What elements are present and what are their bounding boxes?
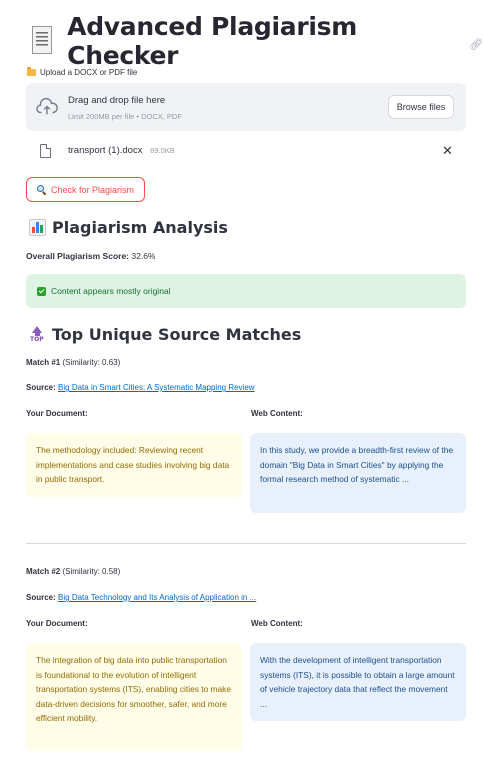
your-document-label: Your Document:	[26, 619, 88, 628]
web-content-label: Web Content:	[251, 619, 303, 628]
match-title: Match #2 (Similarity: 0.58)	[26, 567, 121, 576]
dropzone-title: Drag and drop file here	[68, 95, 166, 106]
match-source: Source: Big Data Technology and Its Anal…	[26, 593, 257, 602]
your-document-excerpt: The integration of big data into public …	[26, 643, 242, 751]
browse-files-button[interactable]: Browse files	[388, 95, 454, 119]
page-header: Advanced Plagiarism Checker 🔗︎	[30, 12, 483, 70]
web-content-excerpt: With the development of intelligent tran…	[250, 643, 466, 721]
check-plagiarism-label: Check for Plagiarism	[50, 184, 135, 195]
your-document-label: Your Document:	[26, 409, 88, 418]
analysis-heading-text: Plagiarism Analysis	[52, 218, 228, 237]
divider	[26, 543, 466, 544]
folder-icon	[27, 67, 36, 76]
document-icon	[30, 26, 53, 56]
check-plagiarism-button[interactable]: Check for Plagiarism	[26, 177, 145, 202]
uploaded-file-row: transport (1).docx 69.0KB ✕	[26, 140, 466, 164]
page-title: Advanced Plagiarism Checker	[67, 12, 357, 70]
file-name: transport (1).docx	[68, 145, 143, 156]
remove-file-close-icon[interactable]: ✕	[442, 143, 453, 159]
upload-label-text: Upload a DOCX or PDF file	[40, 68, 138, 77]
status-text: Content appears mostly original	[51, 286, 171, 296]
web-content-label: Web Content:	[251, 409, 303, 418]
source-link[interactable]: Big Data Technology and Its Analysis of …	[58, 593, 256, 602]
file-size: 69.0KB	[150, 146, 175, 155]
your-document-excerpt: The methodology included: Reviewing rece…	[26, 433, 242, 497]
cloud-upload-icon	[36, 97, 58, 115]
score-value: 32.6%	[131, 251, 156, 261]
check-mark-icon	[37, 286, 46, 296]
web-content-excerpt: In this study, we provide a breadth-firs…	[250, 433, 466, 513]
upload-label: Upload a DOCX or PDF file	[27, 67, 138, 77]
file-icon	[40, 144, 51, 158]
bar-chart-icon	[29, 219, 46, 236]
dropzone-limits: Limit 200MB per file • DOCX, PDF	[68, 112, 182, 121]
matches-heading: TOP Top Unique Source Matches	[29, 325, 301, 344]
plagiarism-score: Overall Plagiarism Score: 32.6%	[26, 251, 155, 261]
magnifying-glass-icon	[36, 185, 46, 194]
source-link[interactable]: Big Data in Smart Cities: A Systematic M…	[58, 383, 255, 392]
analysis-heading: Plagiarism Analysis	[29, 218, 228, 237]
top-arrow-icon: TOP	[29, 325, 46, 344]
status-alert: Content appears mostly original	[26, 274, 466, 308]
anchor-link-icon[interactable]: 🔗︎	[469, 38, 483, 51]
match-source: Source: Big Data in Smart Cities: A Syst…	[26, 383, 255, 392]
match-title: Match #1 (Similarity: 0.63)	[26, 358, 121, 367]
matches-heading-text: Top Unique Source Matches	[52, 325, 302, 344]
file-dropzone[interactable]: Drag and drop file here Limit 200MB per …	[26, 83, 466, 131]
score-label: Overall Plagiarism Score:	[26, 251, 129, 261]
